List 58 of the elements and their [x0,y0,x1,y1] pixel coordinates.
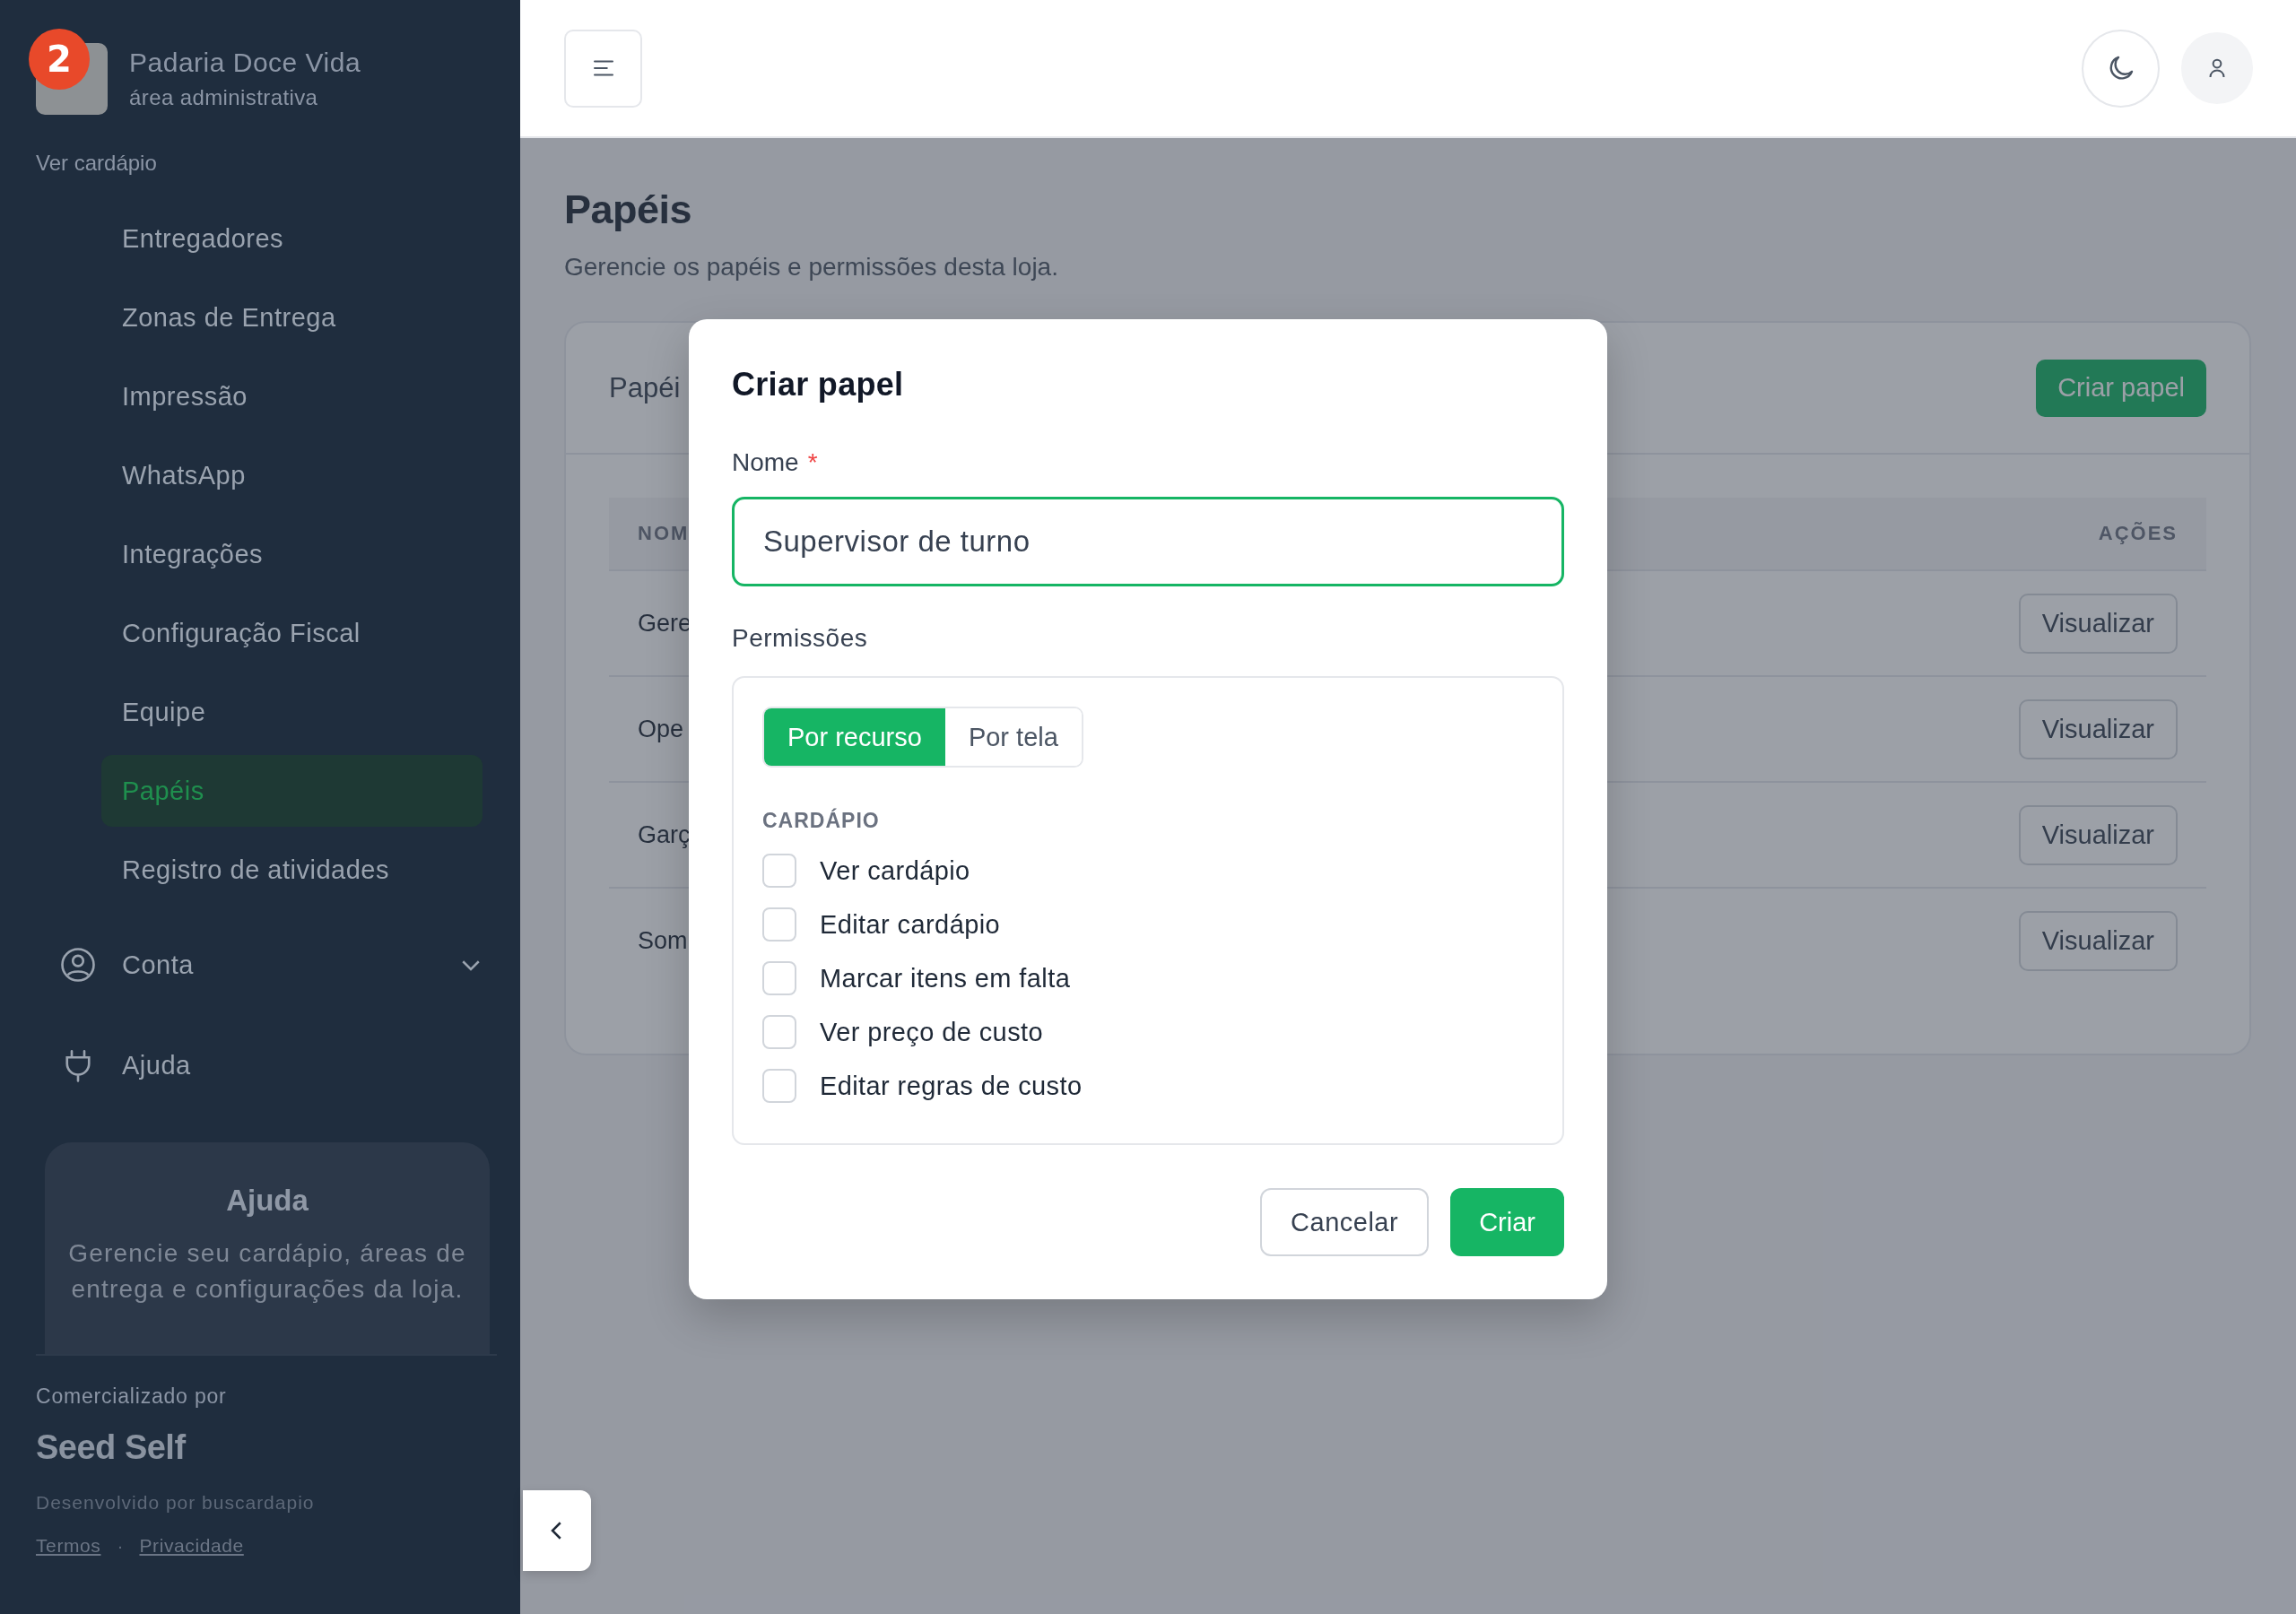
field-label: Permissões [732,624,869,653]
menu-button[interactable] [564,29,642,108]
sidebar-item[interactable]: Entregadores [101,203,483,274]
sidebar-item[interactable]: Integrações [101,518,483,590]
section-label: Conta [122,950,195,980]
section-label: Ajuda [122,1050,192,1080]
table-cell: Ope [638,715,684,743]
sidebar-section[interactable]: Ajuda [59,1024,484,1106]
field-label: Nome [732,448,799,477]
help-title: Ajuda [225,1184,309,1218]
footer-link[interactable]: Termos [36,1535,101,1557]
sidebar-item[interactable]: Zonas de Entrega [101,282,483,353]
footer-label: Comercializado por [36,1384,228,1409]
column-header: NOM [638,522,690,545]
checkbox-label: Editar cardápio [820,909,1001,940]
checkbox-label: Ver preço de custo [820,1017,1043,1047]
sidebar-item[interactable]: Papéis [101,755,483,827]
card-title: Papéi [609,371,681,404]
footer-link[interactable]: Privacidade [139,1535,244,1557]
help-text: Gerencie seu cardápio, áreas de entrega e configurações da loja. [67,1238,467,1305]
sidebar-item[interactable]: WhatsApp [101,439,483,511]
column-header: AÇÕES [2098,522,2178,545]
table-cell: Garç [638,820,691,849]
view-button[interactable]: Visualizar [2018,804,2178,865]
checkbox-label: Ver cardápio [820,855,970,886]
brand-name: Seed Self [36,1428,187,1467]
store-subtitle: área administrativa [129,85,319,110]
developer-credit: Desenvolvido por buscardapio [36,1492,316,1514]
view-button[interactable]: Visualizar [2018,593,2178,654]
checkbox[interactable] [762,1015,796,1049]
menu-link[interactable]: Ver cardápio [36,151,157,176]
link-separator: · [117,1535,124,1557]
sidebar-item[interactable]: Impressão [101,360,483,432]
cancel-button[interactable]: Cancelar [1260,1188,1430,1256]
table-cell: Gere [638,609,692,638]
name-field[interactable]: Supervisor de turno [732,497,1564,586]
sidebar-section[interactable]: Conta [59,924,484,1006]
group-heading: CARDÁPIO [762,809,881,833]
sidebar-item[interactable]: Equipe [101,676,483,748]
checkbox[interactable] [762,854,796,888]
sidebar-item[interactable]: Registro de atividades [101,834,483,906]
checkbox-label: Marcar itens em falta [820,963,1071,994]
checkbox[interactable] [762,907,796,941]
user-circle-icon [59,946,97,984]
notification-badge: 2 [29,29,90,90]
view-button[interactable]: Visualizar [2018,699,2178,759]
table-cell: Som [638,926,688,955]
sidebar-item[interactable]: Configuração Fiscal [101,597,483,669]
checkbox-label: Editar regras de custo [820,1071,1083,1101]
checkbox[interactable] [762,961,796,995]
checkbox[interactable] [762,1069,796,1103]
store-name: Padaria Doce Vida [129,48,361,78]
collapse-sidebar-button[interactable] [523,1490,591,1571]
page-subtitle: Gerencie os papéis e permissões desta loja. [564,253,1059,282]
view-button[interactable]: Visualizar [2018,910,2178,971]
page-title: Papéis [564,187,693,233]
required-mark: * [807,448,818,477]
dialog-title: Criar papel [732,366,905,404]
